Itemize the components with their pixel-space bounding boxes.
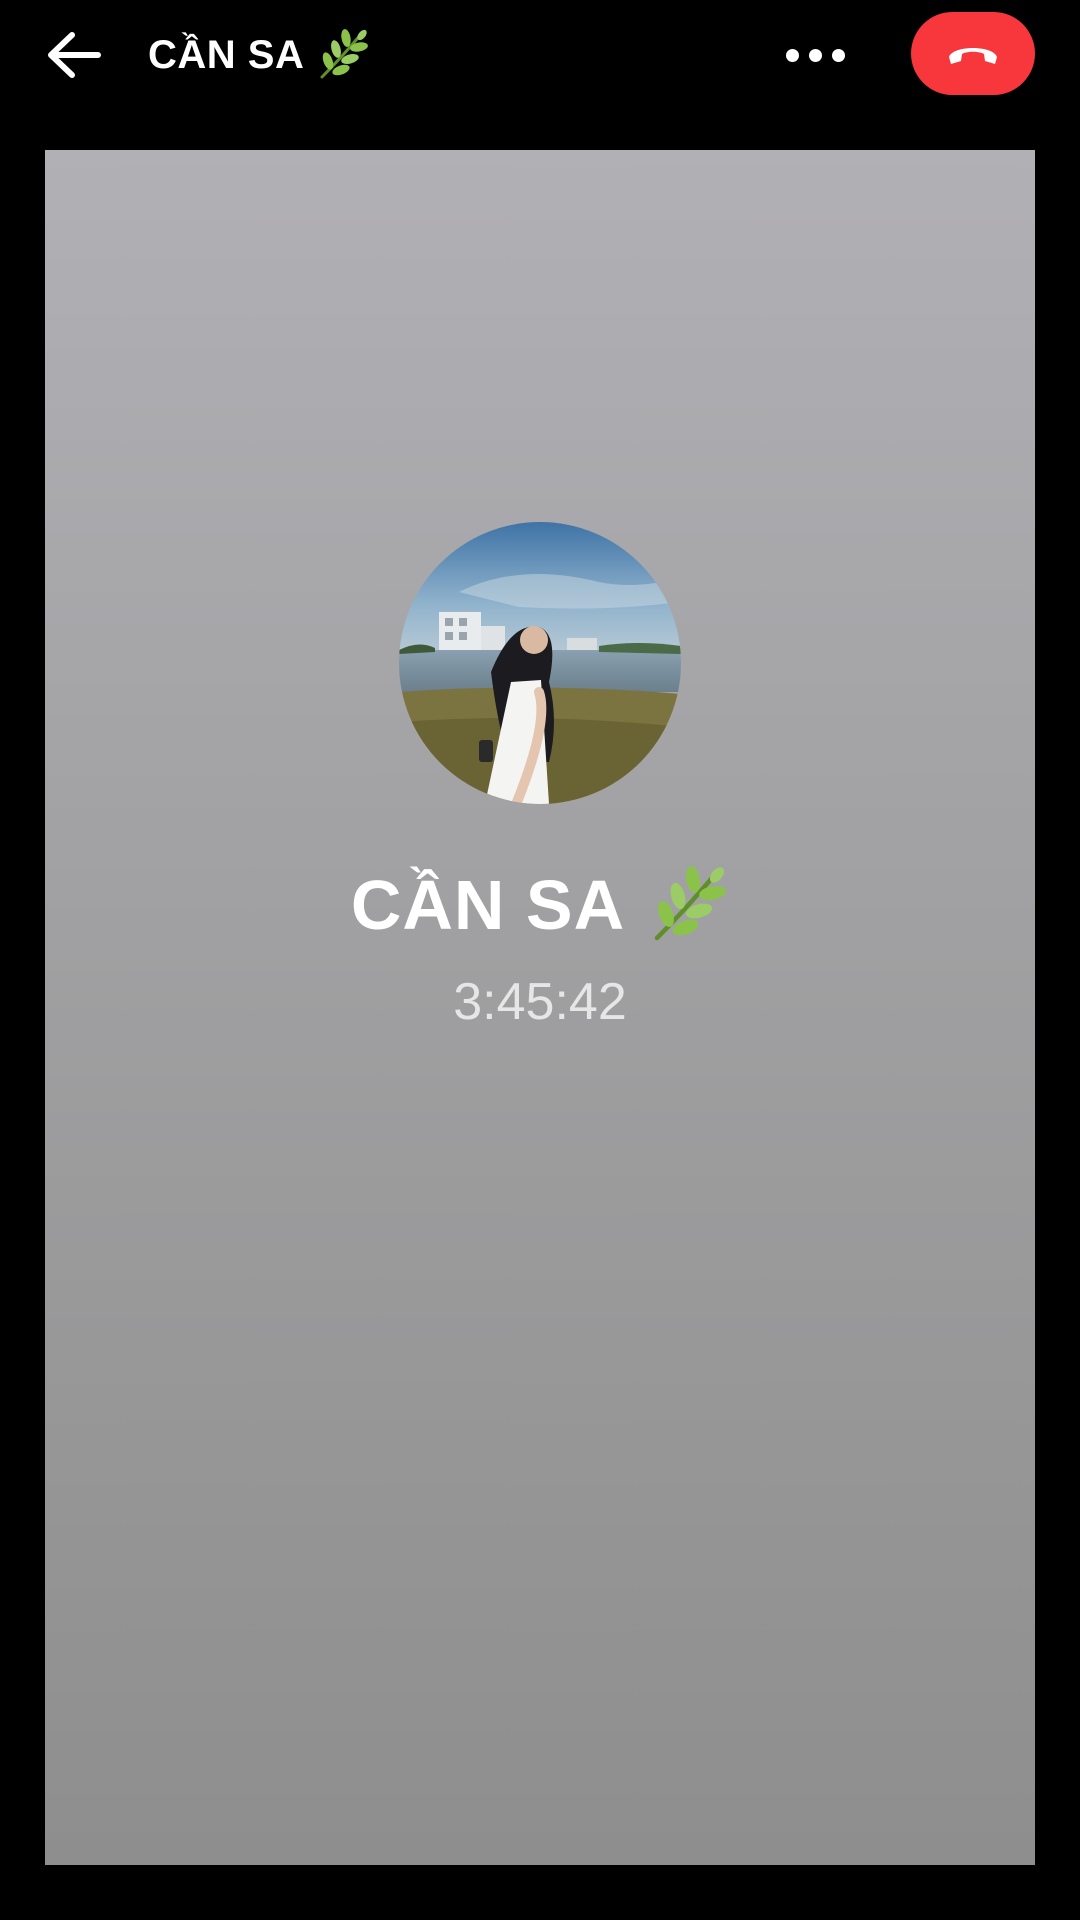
end-call-button[interactable]: [911, 12, 1035, 95]
more-options-button[interactable]: [770, 22, 860, 88]
call-panel: CẦN SA 3:45:42: [45, 150, 1035, 1865]
caller-name-group: CẦN SA: [45, 850, 1035, 960]
header-title-group: CẦN SA: [148, 22, 370, 88]
more-dot: [831, 48, 845, 62]
header-title: CẦN SA: [148, 32, 305, 77]
herb-leaf-icon: [314, 27, 370, 83]
phone-hangup-icon: [949, 47, 997, 64]
more-dot: [808, 48, 822, 62]
caller-avatar: [399, 522, 681, 804]
herb-leaf-icon: [645, 863, 729, 947]
more-dot: [785, 48, 799, 62]
call-duration: 3:45:42: [453, 973, 627, 1031]
back-button[interactable]: [36, 22, 112, 88]
call-header: CẦN SA: [0, 0, 1080, 110]
arrow-left-icon: [48, 32, 101, 78]
caller-name: CẦN SA: [350, 866, 626, 944]
